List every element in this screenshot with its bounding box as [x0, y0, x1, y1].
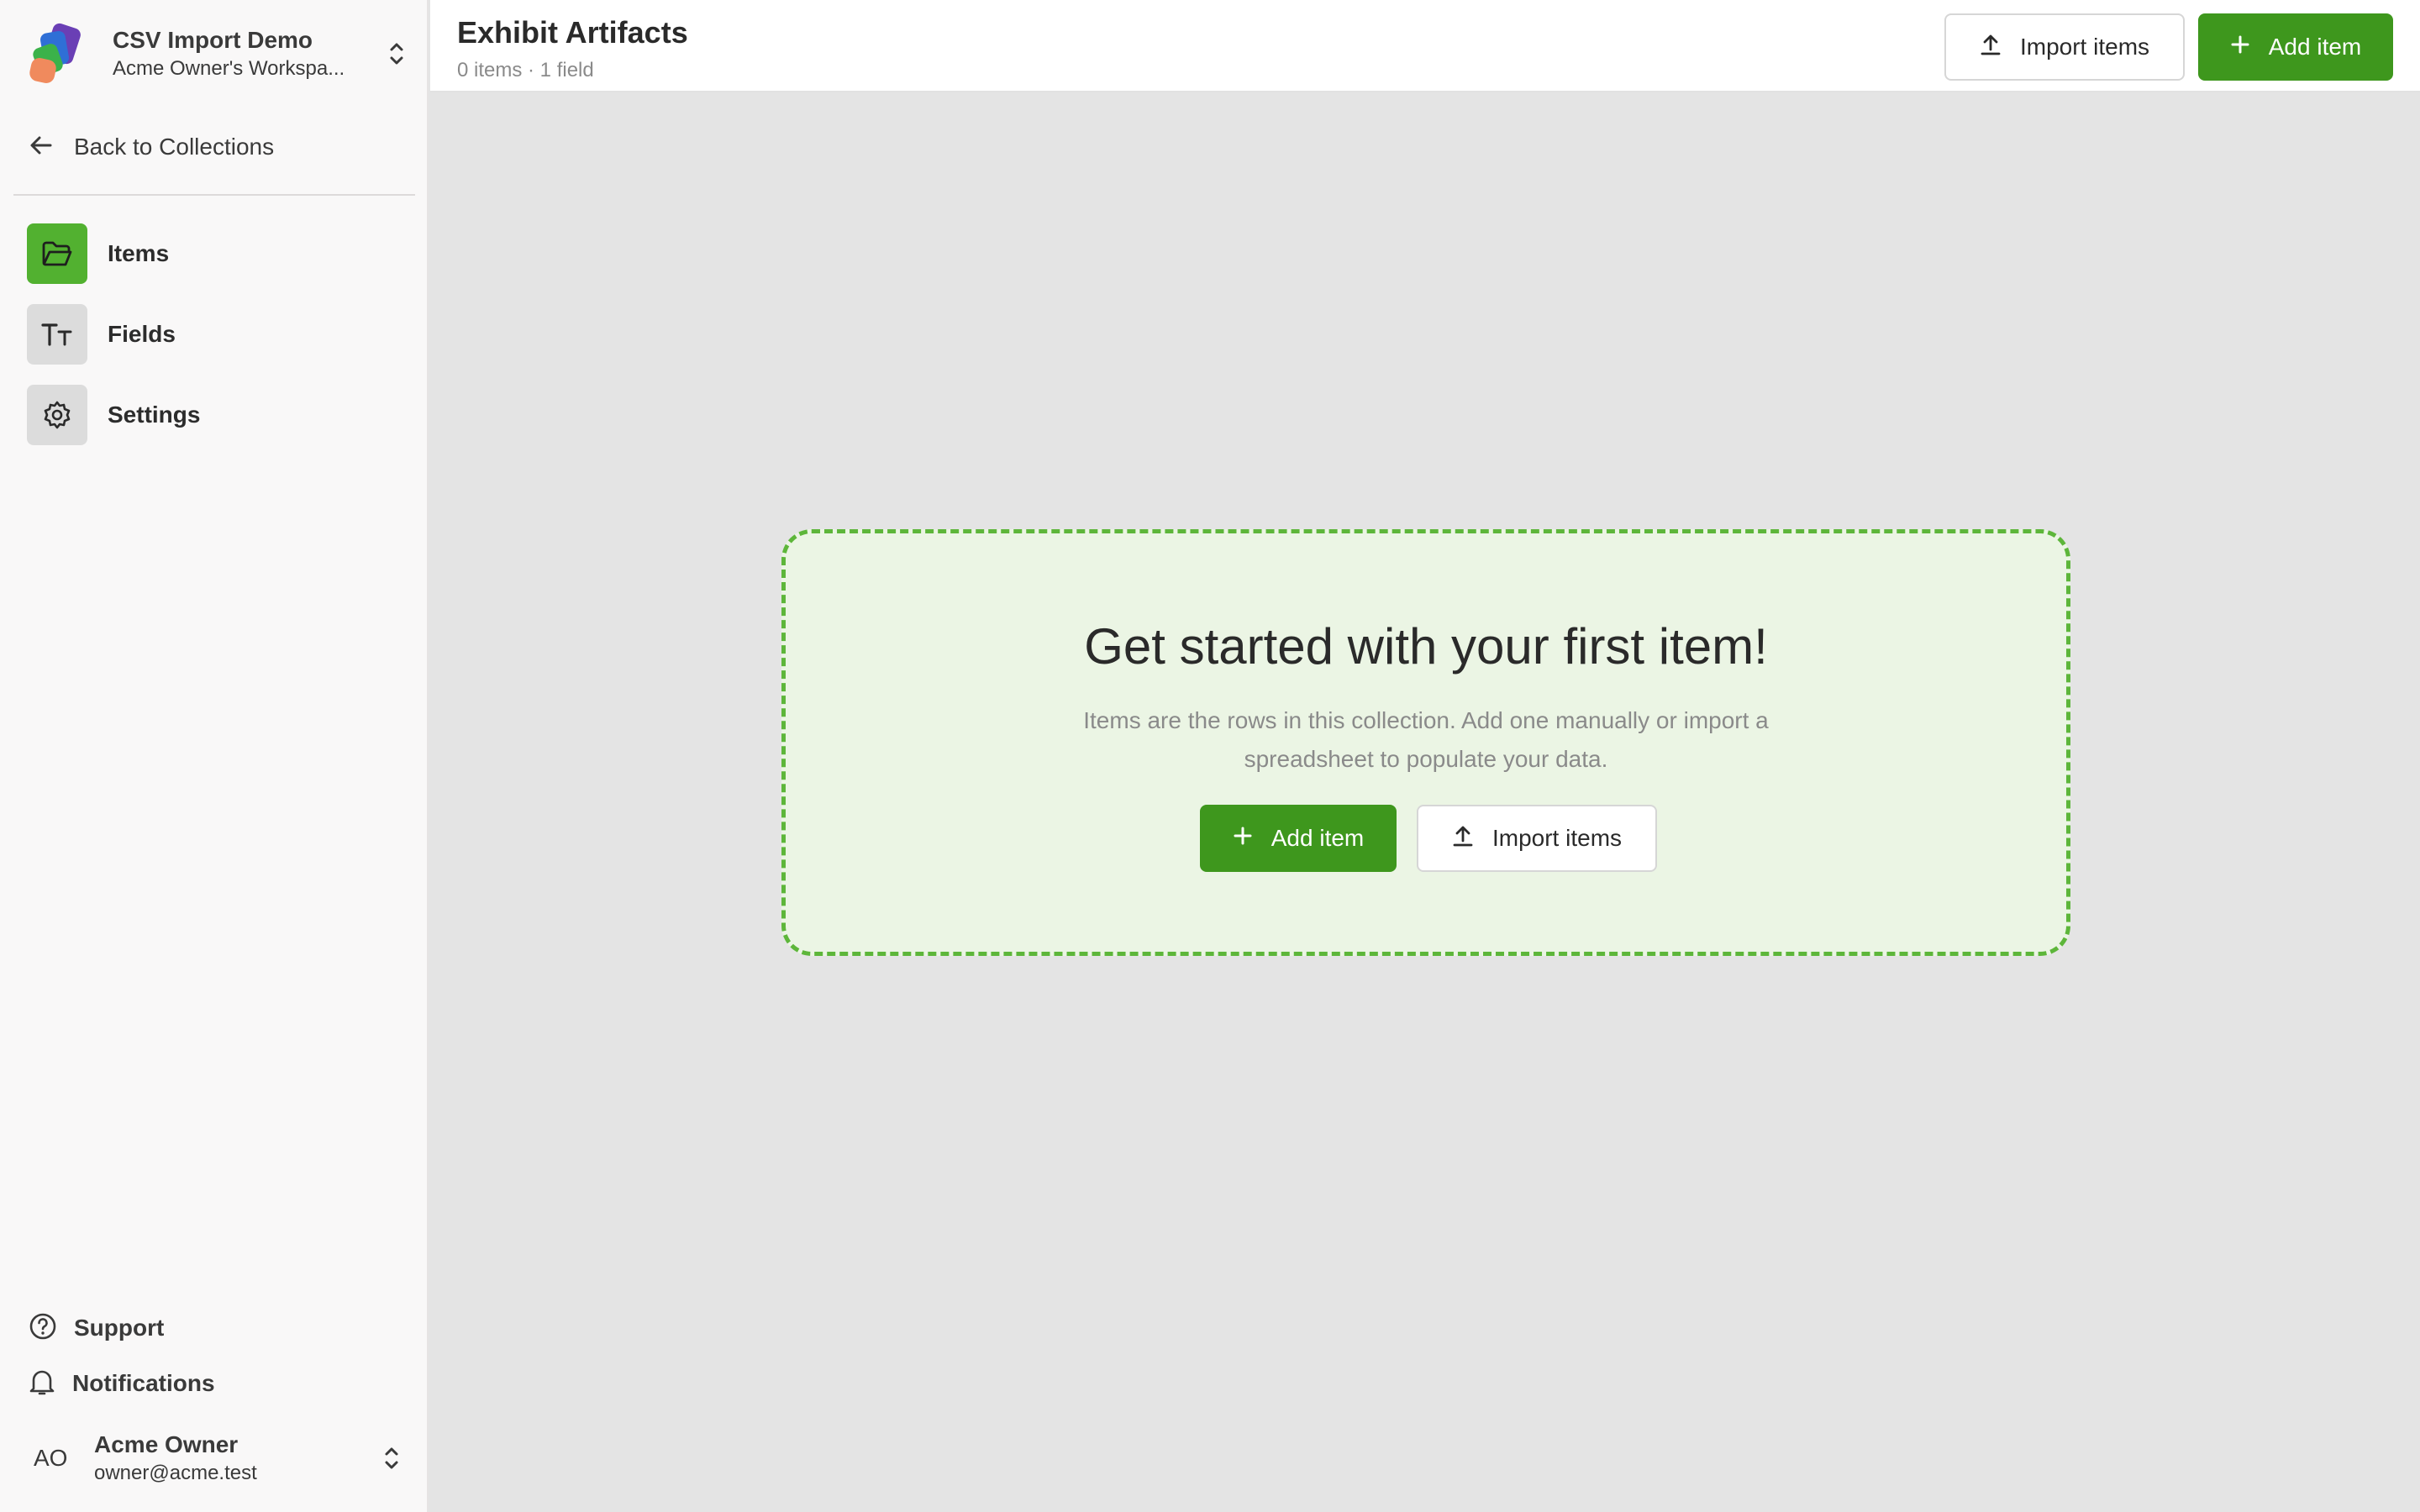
notifications-label: Notifications — [72, 1370, 215, 1396]
workspace-text: CSV Import Demo Acme Owner's Workspa... — [113, 25, 385, 82]
import-label: Import items — [1491, 825, 1623, 851]
sidebar: CSV Import Demo Acme Owner's Workspa... … — [0, 0, 429, 1512]
empty-state-card: Get started with your first item! Items … — [781, 529, 2070, 956]
page-meta: 0 items · 1 field — [457, 59, 594, 81]
app-root: CSV Import Demo Acme Owner's Workspa... … — [0, 0, 2420, 1512]
sidebar-divider — [13, 194, 415, 196]
chevron-up-down-icon — [380, 1441, 403, 1475]
notifications-link[interactable]: Notifications — [29, 1364, 215, 1403]
empty-state-title: Get started with your first item! — [1084, 618, 1768, 675]
sidebar-item-items[interactable]: Items — [27, 223, 405, 284]
user-menu[interactable]: AO Acme Owner owner@acme.test — [34, 1425, 403, 1492]
sidebar-item-settings[interactable]: Settings — [27, 385, 405, 445]
add-item-label: Add item — [1270, 825, 1365, 851]
import-label: Import items — [2019, 34, 2150, 60]
workspace-owner: Acme Owner's Workspa... — [113, 57, 345, 80]
empty-import-button[interactable]: Import items — [1417, 805, 1657, 872]
empty-state-description: Items are the rows in this collection. A… — [1083, 707, 1769, 772]
avatar: AO — [34, 1445, 68, 1471]
bell-icon — [29, 1368, 55, 1400]
sidebar-item-fields[interactable]: Fields — [27, 304, 405, 365]
arrow-left-icon — [29, 133, 54, 162]
user-name: Acme Owner — [94, 1431, 239, 1457]
workspace-switcher[interactable]: CSV Import Demo Acme Owner's Workspa... — [25, 22, 408, 86]
upload-icon — [1980, 33, 2002, 62]
user-email: owner@acme.test — [94, 1462, 257, 1484]
plus-icon — [1233, 825, 1253, 852]
page-header: Exhibit Artifacts 0 items · 1 field Impo… — [430, 0, 2420, 92]
empty-add-item-button[interactable]: Add item — [1200, 805, 1397, 872]
header-add-item-button[interactable]: Add item — [2198, 13, 2393, 81]
folder-icon — [27, 223, 87, 284]
sidebar-item-label: Settings — [108, 402, 201, 428]
chevron-up-down-icon — [385, 37, 408, 71]
support-link[interactable]: Support — [29, 1309, 164, 1347]
plus-icon — [2230, 34, 2250, 60]
header-import-button[interactable]: Import items — [1944, 13, 2185, 81]
workspace-name: CSV Import Demo — [113, 27, 313, 53]
sidebar-item-label: Items — [108, 240, 170, 266]
user-info: Acme Owner owner@acme.test — [94, 1430, 380, 1487]
gear-icon — [27, 385, 87, 445]
back-link-label: Back to Collections — [74, 134, 275, 160]
add-item-label: Add item — [2268, 34, 2362, 60]
back-to-collections-link[interactable]: Back to Collections — [29, 126, 274, 168]
text-type-icon — [27, 304, 87, 365]
app-logo-icon — [25, 22, 87, 86]
sidebar-item-label: Fields — [108, 321, 176, 347]
upload-icon — [1452, 824, 1474, 853]
help-circle-icon — [29, 1312, 57, 1345]
support-label: Support — [74, 1315, 165, 1341]
page-title: Exhibit Artifacts — [457, 15, 688, 50]
